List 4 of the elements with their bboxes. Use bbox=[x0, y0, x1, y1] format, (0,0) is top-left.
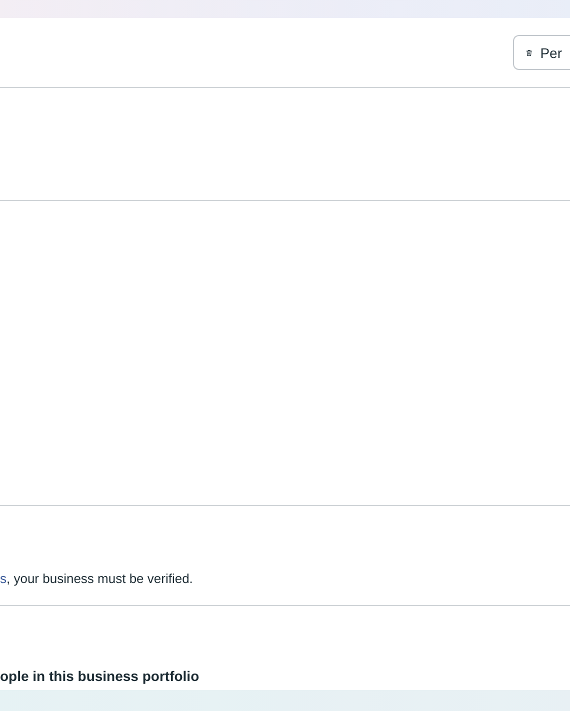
delete-button[interactable]: Per bbox=[513, 35, 570, 70]
verification-note: s, your business must be verified. bbox=[0, 571, 193, 586]
link[interactable]: s bbox=[0, 571, 6, 586]
section-title: ople in this business portfolio bbox=[0, 668, 200, 684]
